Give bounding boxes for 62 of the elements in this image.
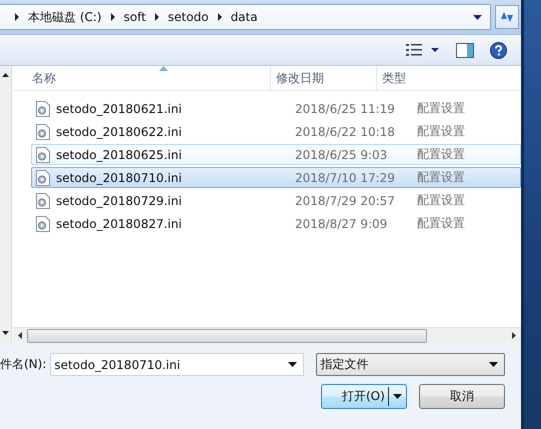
file-name: setodo_20180729.ini: [56, 194, 183, 208]
file-row[interactable]: setodo_20180621.ini 2018/6/25 11:19 配置设置: [31, 98, 521, 119]
file-type-dropdown[interactable]: 指定文件: [316, 353, 505, 376]
file-date: 2018/8/27 9:09: [295, 216, 388, 230]
open-button[interactable]: 打开(O): [321, 384, 407, 409]
settings-file-icon: [36, 192, 50, 208]
file-date: 2018/6/25 11:19: [295, 102, 396, 116]
address-bar[interactable]: 本地磁盘 (C:) soft setodo data: [0, 4, 491, 30]
file-type: 配置设置: [417, 123, 465, 140]
breadcrumb-item[interactable]: setodo: [168, 10, 209, 24]
file-row[interactable]: setodo_20180622.ini 2018/6/22 10:18 配置设置: [31, 121, 521, 142]
horizontal-scrollbar[interactable]: [13, 327, 521, 343]
file-date: 2018/6/25 9:03: [295, 148, 388, 162]
scroll-down-icon[interactable]: [2, 331, 9, 335]
column-header[interactable]: 修改日期: [271, 66, 377, 90]
scrollbar-thumb[interactable]: [27, 328, 427, 342]
settings-file-icon: [36, 146, 50, 162]
file-row[interactable]: setodo_20180827.ini 2018/8/27 9:09 配置设置: [31, 213, 521, 234]
file-row[interactable]: setodo_20180710.ini 2018/7/10 17:29 配置设置: [31, 167, 521, 188]
file-name: setodo_20180710.ini: [56, 170, 183, 184]
help-button[interactable]: [490, 42, 507, 58]
scroll-right-icon[interactable]: [512, 332, 516, 339]
chevron-icon: [154, 13, 160, 21]
column-header[interactable]: 类型: [377, 66, 521, 90]
file-type: 配置设置: [417, 215, 465, 232]
view-menu-button[interactable]: [406, 44, 440, 56]
chevron-icon: [14, 13, 20, 21]
dropdown-arrow-icon[interactable]: [288, 362, 298, 367]
refresh-button[interactable]: [495, 5, 519, 29]
sort-arrow-icon: [159, 66, 168, 71]
dropdown-arrow-icon: [393, 394, 402, 399]
file-type: 配置设置: [417, 146, 465, 163]
file-name: setodo_20180621.ini: [56, 102, 183, 116]
settings-file-icon: [36, 100, 50, 116]
scroll-left-icon[interactable]: [18, 332, 22, 339]
file-date: 2018/7/29 20:57: [295, 194, 396, 208]
settings-file-icon: [36, 124, 50, 140]
dropdown-arrow-icon[interactable]: [473, 14, 482, 20]
filename-field[interactable]: setodo_20180710.ini: [50, 353, 304, 376]
file-name: setodo_20180827.ini: [56, 216, 183, 230]
breadcrumb-item[interactable]: 本地磁盘 (C:): [28, 8, 102, 26]
file-row[interactable]: setodo_20180729.ini 2018/7/29 20:57 配置设置: [31, 190, 521, 211]
file-type: 配置设置: [417, 100, 465, 117]
cancel-button[interactable]: 取消: [419, 384, 505, 409]
chevron-icon: [110, 13, 116, 21]
filename-label: 件名(N):: [0, 356, 46, 373]
breadcrumb-item[interactable]: data: [230, 10, 258, 24]
file-name: setodo_20180622.ini: [56, 124, 183, 138]
file-row[interactable]: setodo_20180625.ini 2018/6/25 9:03 配置设置: [31, 144, 521, 165]
file-date: 2018/7/10 17:29: [295, 170, 396, 184]
file-name: setodo_20180625.ini: [56, 148, 183, 162]
file-type: 配置设置: [417, 192, 465, 209]
scroll-up-icon[interactable]: [2, 73, 9, 77]
dropdown-arrow-icon[interactable]: [489, 362, 498, 367]
file-date: 2018/6/22 10:18: [295, 124, 396, 138]
settings-file-icon: [36, 216, 50, 232]
chevron-icon: [216, 13, 223, 21]
file-type: 配置设置: [417, 169, 465, 186]
breadcrumb-item[interactable]: soft: [124, 10, 146, 24]
preview-pane-button[interactable]: [456, 42, 474, 58]
settings-file-icon: [36, 170, 50, 186]
column-header[interactable]: 名称: [13, 66, 271, 90]
